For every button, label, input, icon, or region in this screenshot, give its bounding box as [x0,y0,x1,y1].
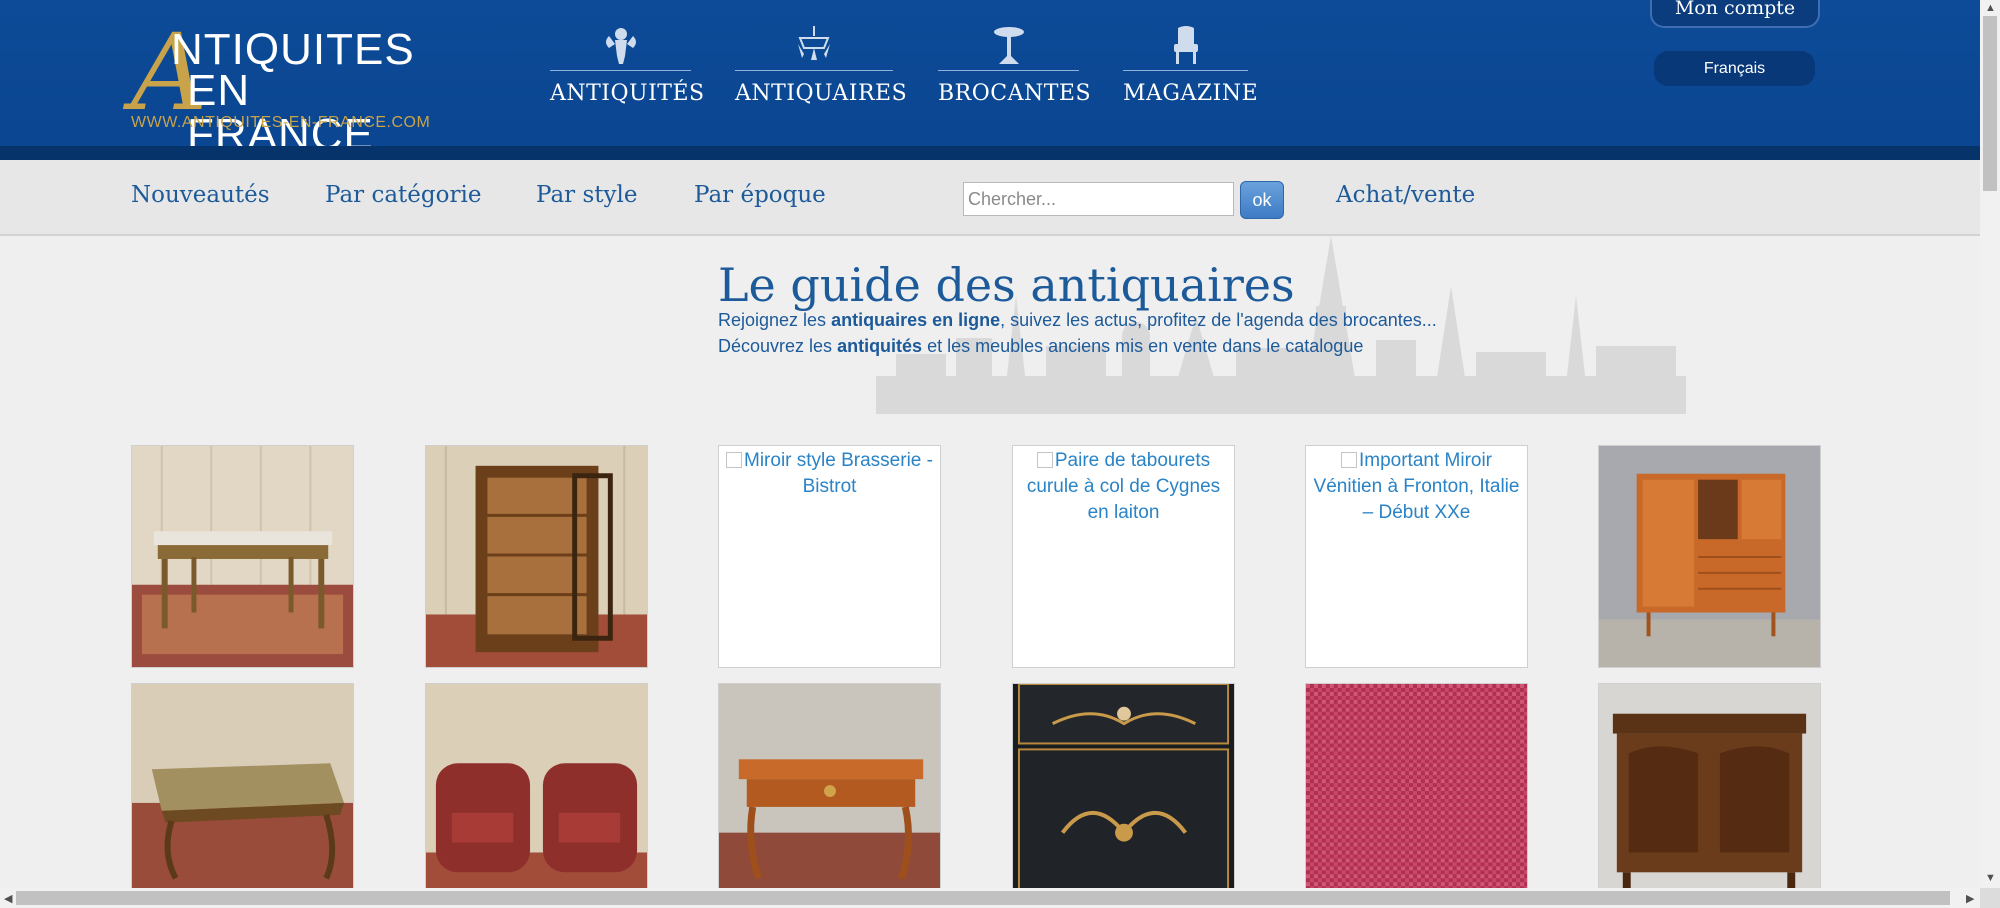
product-tile-broken-image[interactable]: Paire de tabourets curule à col de Cygne… [1012,445,1235,668]
search-input[interactable] [963,182,1234,216]
scroll-down-arrow-icon[interactable]: ▼ [1985,872,1996,884]
product-tile[interactable] [131,445,354,668]
hero-text: Découvrez les [718,336,838,356]
product-tile[interactable] [1012,683,1235,906]
subnav-par-style[interactable]: Par style [536,182,637,208]
hero-text-line-1: Rejoignez les antiquaires en ligne, suiv… [718,310,1437,331]
product-title: Paire de tabourets curule à col de Cygne… [1026,450,1221,523]
broken-image-icon [726,452,742,468]
nav-divider [735,70,893,71]
red-fabric-image [1306,684,1527,905]
subnav-achat-vente[interactable]: Achat/vente [1336,182,1475,208]
product-tile[interactable] [1598,445,1821,668]
antiquaires-en-ligne-link[interactable]: antiquaires en ligne [831,310,1000,330]
search-ok-button[interactable]: ok [1240,181,1284,219]
logo-url: WWW.ANTIQUITES-EN-FRANCE.COM [131,114,431,131]
nav-label: ANTIQUAIRES [735,81,908,106]
chandelier-icon [798,26,830,60]
scroll-left-arrow-icon[interactable]: ◀ [4,892,12,905]
armchair-icon [1173,26,1198,64]
broken-image-icon [1036,452,1053,468]
product-tile[interactable] [425,445,648,668]
nav-divider [550,70,691,71]
product-tile[interactable] [1598,683,1821,906]
hero-text: , suivez les actus, profitez de l'agenda… [1000,310,1437,330]
site-logo[interactable]: A NTIQUITES EN FRANCE WWW.ANTIQUITES-EN-… [131,20,441,157]
site-header: A NTIQUITES EN FRANCE WWW.ANTIQUITES-EN-… [0,0,1980,160]
lacquered-cabinet-image [1013,684,1234,905]
product-tile-broken-image[interactable]: Important Miroir Vénitien à Fronton, Ita… [1305,445,1528,668]
language-selector[interactable]: Français [1654,51,1815,86]
nav-divider [938,70,1079,71]
product-tile[interactable] [425,683,648,906]
logo-line-2: EN FRANCE [187,66,374,159]
nav-label: MAGAZINE [1123,81,1259,106]
red-armchairs-pair-image [426,684,647,905]
product-title: Miroir style Brasserie - Bistrot [744,450,933,497]
page-title: Le guide des antiquaires [718,258,1295,312]
teak-sideboard-image [1599,446,1820,667]
subnav-par-categorie[interactable]: Par catégorie [325,182,481,208]
product-alt-text: Important Miroir Vénitien à Fronton, Ita… [1306,446,1527,528]
horizontal-scrollbar-thumb[interactable] [16,891,1950,905]
marble-console-table-image [132,446,353,667]
provencal-buffet-image [1599,684,1820,905]
broken-image-icon [1340,452,1357,468]
product-alt-text: Miroir style Brasserie - Bistrot [719,446,940,502]
scroll-up-arrow-icon[interactable]: ▲ [1985,2,1996,14]
pedestal-table-icon [993,27,1024,64]
product-tile[interactable] [131,683,354,906]
hero-text: et les meubles anciens mis en vente dans… [922,336,1364,356]
scroll-right-arrow-icon[interactable]: ▶ [1966,892,1974,905]
louis-xv-desk-image [719,684,940,905]
subnav-par-epoque[interactable]: Par époque [694,182,826,208]
scrollbar-corner [1980,888,2000,908]
nav-antiquites[interactable]: ANTIQUITÉS [550,24,705,114]
header-bottom-bar [0,146,1980,160]
product-tile[interactable] [1305,683,1528,906]
cherub-icon [605,28,636,64]
product-tile[interactable] [718,683,941,906]
product-tile-broken-image[interactable]: Miroir style Brasserie - Bistrot [718,445,941,668]
onyx-coffee-table-image [132,684,353,905]
nav-brocantes[interactable]: BROCANTES [938,24,1092,114]
glass-vitrine-cabinet-image [426,446,647,667]
nav-label: ANTIQUITÉS [550,81,705,106]
nav-divider [1123,70,1248,71]
nav-magazine[interactable]: MAGAZINE [1123,24,1259,114]
antiquites-link[interactable]: antiquités [837,336,922,356]
subnav-nouveautes[interactable]: Nouveautés [131,182,270,208]
hero-text: Rejoignez les [718,310,832,330]
hero-text-line-2: Découvrez les antiquités et les meubles … [718,336,1363,357]
sub-nav: Nouveautés Par catégorie Par style Par é… [0,160,1980,236]
vertical-scrollbar-thumb[interactable] [1983,16,1997,191]
nav-label: BROCANTES [938,81,1092,106]
product-alt-text: Paire de tabourets curule à col de Cygne… [1013,446,1234,528]
nav-antiquaires[interactable]: ANTIQUAIRES [735,24,908,114]
account-button[interactable]: Mon compte [1650,0,1820,28]
